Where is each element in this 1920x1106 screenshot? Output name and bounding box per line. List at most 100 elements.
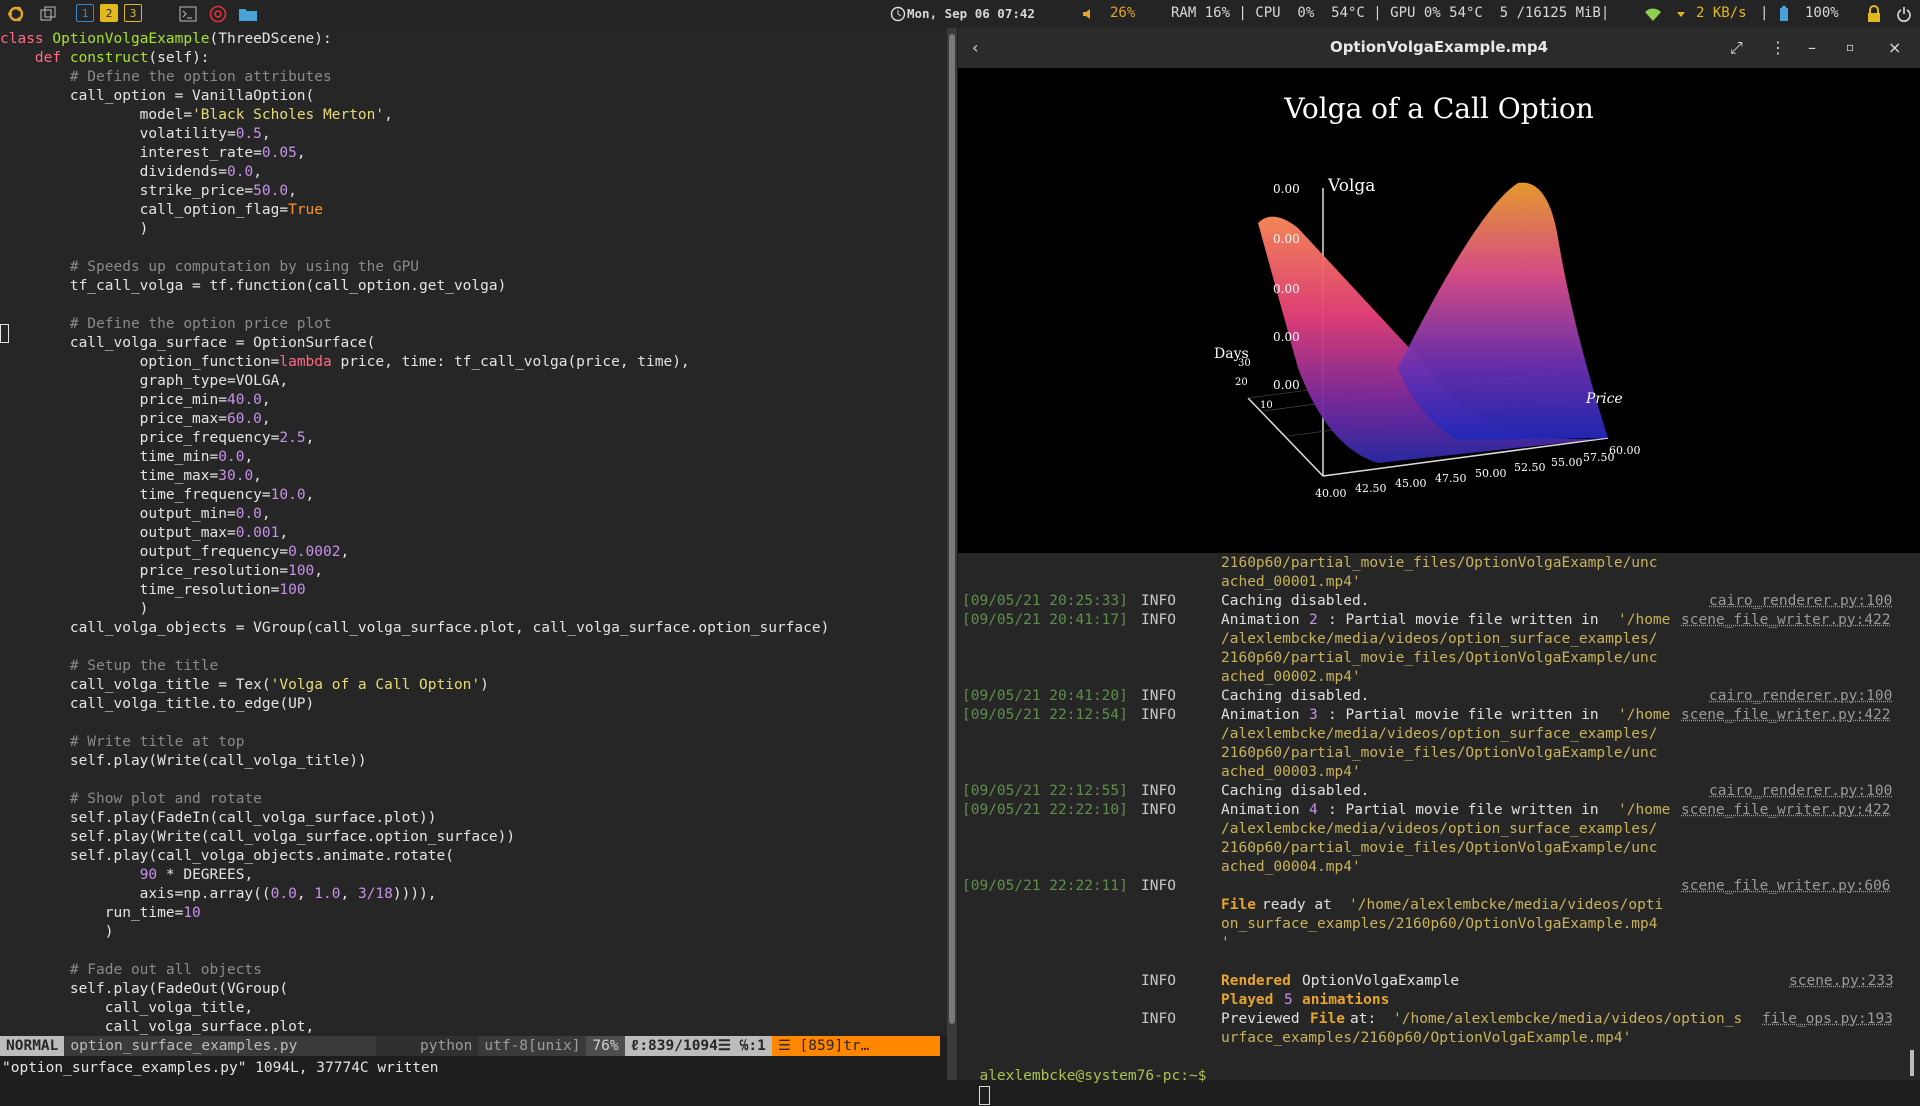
vim-statusline: NORMAL option_surface_examples.py python… [0,1036,940,1056]
code-line[interactable]: time_frequency=10.0, [0,486,829,505]
volume-icon[interactable] [1078,4,1098,24]
code-line[interactable]: strike_price=50.0, [0,182,829,201]
ubuntu-logo-icon[interactable] [6,4,26,24]
prompt-text: alexlembcke@system76-pc:~$ [979,1068,1206,1084]
code-line[interactable]: option_function=lambda price, time: tf_c… [0,353,829,372]
code-line[interactable]: call_volga_title, [0,999,829,1018]
terminal-text: Animation [1221,706,1308,725]
code-line[interactable]: time_max=30.0, [0,467,829,486]
video-frame[interactable]: Volga of a Call Option Volga 0.00 0.00 0… [958,68,1920,553]
code-line[interactable] [0,239,829,258]
windows-overview-icon[interactable] [38,4,58,24]
close-icon[interactable]: × [1888,38,1901,57]
code-line[interactable]: call_volga_surface.plot, [0,1018,829,1037]
code-line[interactable]: # Setup the title [0,657,829,676]
code-line[interactable]: 90 * DEGREES, [0,866,829,885]
code-line[interactable]: ) [0,220,829,239]
help-app-icon[interactable] [208,4,228,24]
terminal-scrollbar[interactable] [1910,1050,1914,1076]
code-line[interactable] [0,942,829,961]
terminal-text: INFO [1141,687,1176,706]
code-line[interactable]: self.play(FadeIn(call_volga_surface.plot… [0,809,829,828]
power-icon[interactable] [1894,4,1914,24]
code-token: call_volga_surface.plot, [0,1019,314,1035]
code-line[interactable]: output_frequency=0.0002, [0,543,829,562]
vim-editor[interactable]: class OptionVolgaExample(ThreeDScene): d… [0,28,947,1036]
code-line[interactable]: # Fade out all objects [0,961,829,980]
code-line[interactable]: volatility=0.5, [0,125,829,144]
lock-icon[interactable] [1864,4,1884,24]
volga-surface-plot: Volga of a Call Option Volga 0.00 0.00 0… [958,68,1920,553]
workspace-1[interactable]: 1 [76,4,94,22]
code-token: output_min= [0,506,236,522]
clock-icon [888,4,908,24]
code-line[interactable]: price_min=40.0, [0,391,829,410]
code-token: time_max= [0,468,218,484]
code-token: 0.0 [271,886,297,902]
code-line[interactable]: output_min=0.0, [0,505,829,524]
code-line[interactable]: ) [0,600,829,619]
code-line[interactable]: # Define the option price plot [0,315,829,334]
code-line[interactable]: call_option_flag=True [0,201,829,220]
code-line[interactable]: self.play(Write(call_volga_title)) [0,752,829,771]
code-line[interactable]: # Define the option attributes [0,68,829,87]
terminal-app-icon[interactable] [178,4,198,24]
code-line[interactable]: self.play(Write(call_volga_surface.optio… [0,828,829,847]
code-line[interactable]: self.play(call_volga_objects.animate.rot… [0,847,829,866]
code-line[interactable]: def construct(self): [0,49,829,68]
code-line[interactable]: price_resolution=100, [0,562,829,581]
code-token: def [35,50,70,66]
fullscreen-icon[interactable]: ⤢ [1730,38,1743,58]
workspace-2[interactable]: 2 [100,4,118,22]
code-token: )))), [393,886,437,902]
terminal-text: Rendered [1221,972,1291,991]
terminal-text: at: [1350,1010,1385,1029]
wifi-icon[interactable] [1643,4,1663,24]
scrollbar-thumb[interactable] [949,34,955,1024]
code-line[interactable] [0,638,829,657]
code-line[interactable]: call_volga_surface = OptionSurface( [0,334,829,353]
code-token: dividends= [0,164,227,180]
vim-cmdline[interactable]: "option_surface_examples.py" 1094L, 3777… [0,1056,949,1080]
code-token: 100 [288,563,314,579]
code-line[interactable]: dividends=0.0, [0,163,829,182]
code-line[interactable]: # Show plot and rotate [0,790,829,809]
code-line[interactable]: axis=np.array((0.0, 1.0, 3/18)))), [0,885,829,904]
code-line[interactable]: call_volga_title = Tex('Volga of a Call … [0,676,829,695]
code-token: , [253,468,262,484]
code-line[interactable]: self.play(FadeOut(VGroup( [0,980,829,999]
code-line[interactable]: tf_call_volga = tf.function(call_option.… [0,277,829,296]
code-line[interactable]: # Speeds up computation by using the GPU [0,258,829,277]
code-token: 10 [183,905,200,921]
code-token: price_min= [0,392,227,408]
code-line[interactable] [0,296,829,315]
code-line[interactable] [0,771,829,790]
code-line[interactable] [0,714,829,733]
code-line[interactable]: time_resolution=100 [0,581,829,600]
minimize-icon[interactable]: – [1808,38,1816,57]
code-line[interactable]: graph_type=VOLGA, [0,372,829,391]
code-line[interactable]: output_max=0.001, [0,524,829,543]
shell-prompt[interactable]: alexlembcke@system76-pc:~$ [962,1048,1206,1067]
code-line[interactable]: price_max=60.0, [0,410,829,429]
code-line[interactable]: call_volga_title.to_edge(UP) [0,695,829,714]
code-line[interactable]: # Write title at top [0,733,829,752]
code-line[interactable]: price_frequency=2.5, [0,429,829,448]
folder-app-icon[interactable] [238,4,258,24]
code-buffer[interactable]: class OptionVolgaExample(ThreeDScene): d… [0,30,829,1037]
code-line[interactable]: run_time=10 [0,904,829,923]
code-token: option_function= [0,354,279,370]
datetime[interactable]: Mon, Sep 06 07:42 [907,6,1035,21]
code-line[interactable]: interest_rate=0.05, [0,144,829,163]
code-line[interactable]: call_volga_objects = VGroup(call_volga_s… [0,619,829,638]
workspace-3[interactable]: 3 [124,4,142,22]
code-line[interactable]: class OptionVolgaExample(ThreeDScene): [0,30,829,49]
code-line[interactable]: ) [0,923,829,942]
battery-icon[interactable] [1774,4,1794,24]
code-line[interactable]: call_option = VanillaOption( [0,87,829,106]
maximize-icon[interactable]: ▫ [1846,40,1854,54]
menu-kebab-icon[interactable]: ⋮ [1770,38,1786,57]
code-line[interactable]: model='Black Scholes Merton', [0,106,829,125]
code-line[interactable]: time_min=0.0, [0,448,829,467]
code-token: # Define the option attributes [0,69,332,85]
